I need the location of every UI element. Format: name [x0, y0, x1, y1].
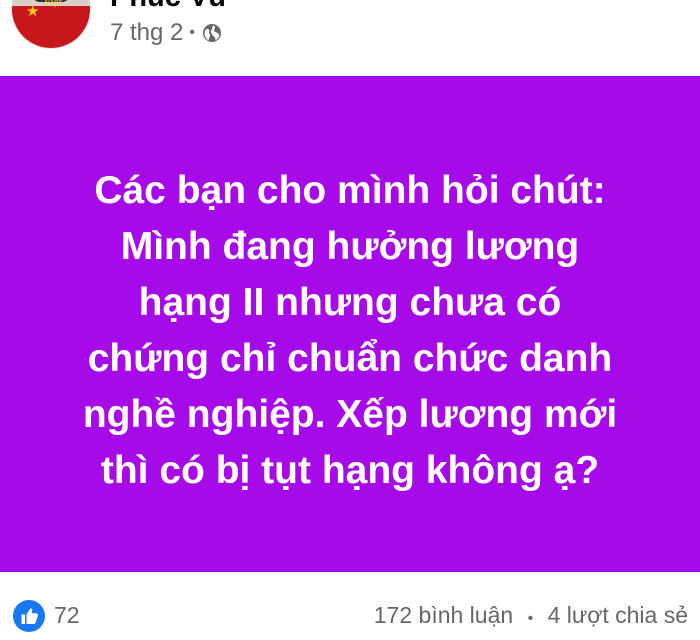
- post-meta: 7 thg 2 •: [110, 18, 222, 48]
- globe-icon[interactable]: [202, 23, 222, 43]
- avatar[interactable]: ★ Việt: [12, 0, 90, 48]
- post-time[interactable]: 7 thg 2: [110, 19, 183, 47]
- post-footer: 72 172 bình luận • 4 lượt chia sẻ: [0, 572, 700, 640]
- post-text: Các bạn cho mình hỏi chút: Mình đang hưở…: [82, 169, 618, 492]
- meta-separator: •: [189, 24, 196, 41]
- stats-separator: •: [527, 610, 534, 627]
- post-header: ★ Việt Phúc Vũ 7 thg 2 •: [0, 0, 700, 76]
- author-name[interactable]: Phúc Vũ: [110, 0, 226, 12]
- flag-star-icon: ★: [26, 2, 40, 20]
- comment-count[interactable]: 172 bình luận: [374, 602, 513, 628]
- engagement-stats: 172 bình luận • 4 lượt chia sẻ: [374, 600, 688, 634]
- share-count[interactable]: 4 lượt chia sẻ: [548, 602, 688, 628]
- like-icon[interactable]: [12, 599, 46, 633]
- reaction-count[interactable]: 72: [54, 600, 80, 630]
- post-text-background: Các bạn cho mình hỏi chút: Mình đang hưở…: [0, 76, 700, 572]
- avatar-logo-mark: Việt: [44, 0, 63, 8]
